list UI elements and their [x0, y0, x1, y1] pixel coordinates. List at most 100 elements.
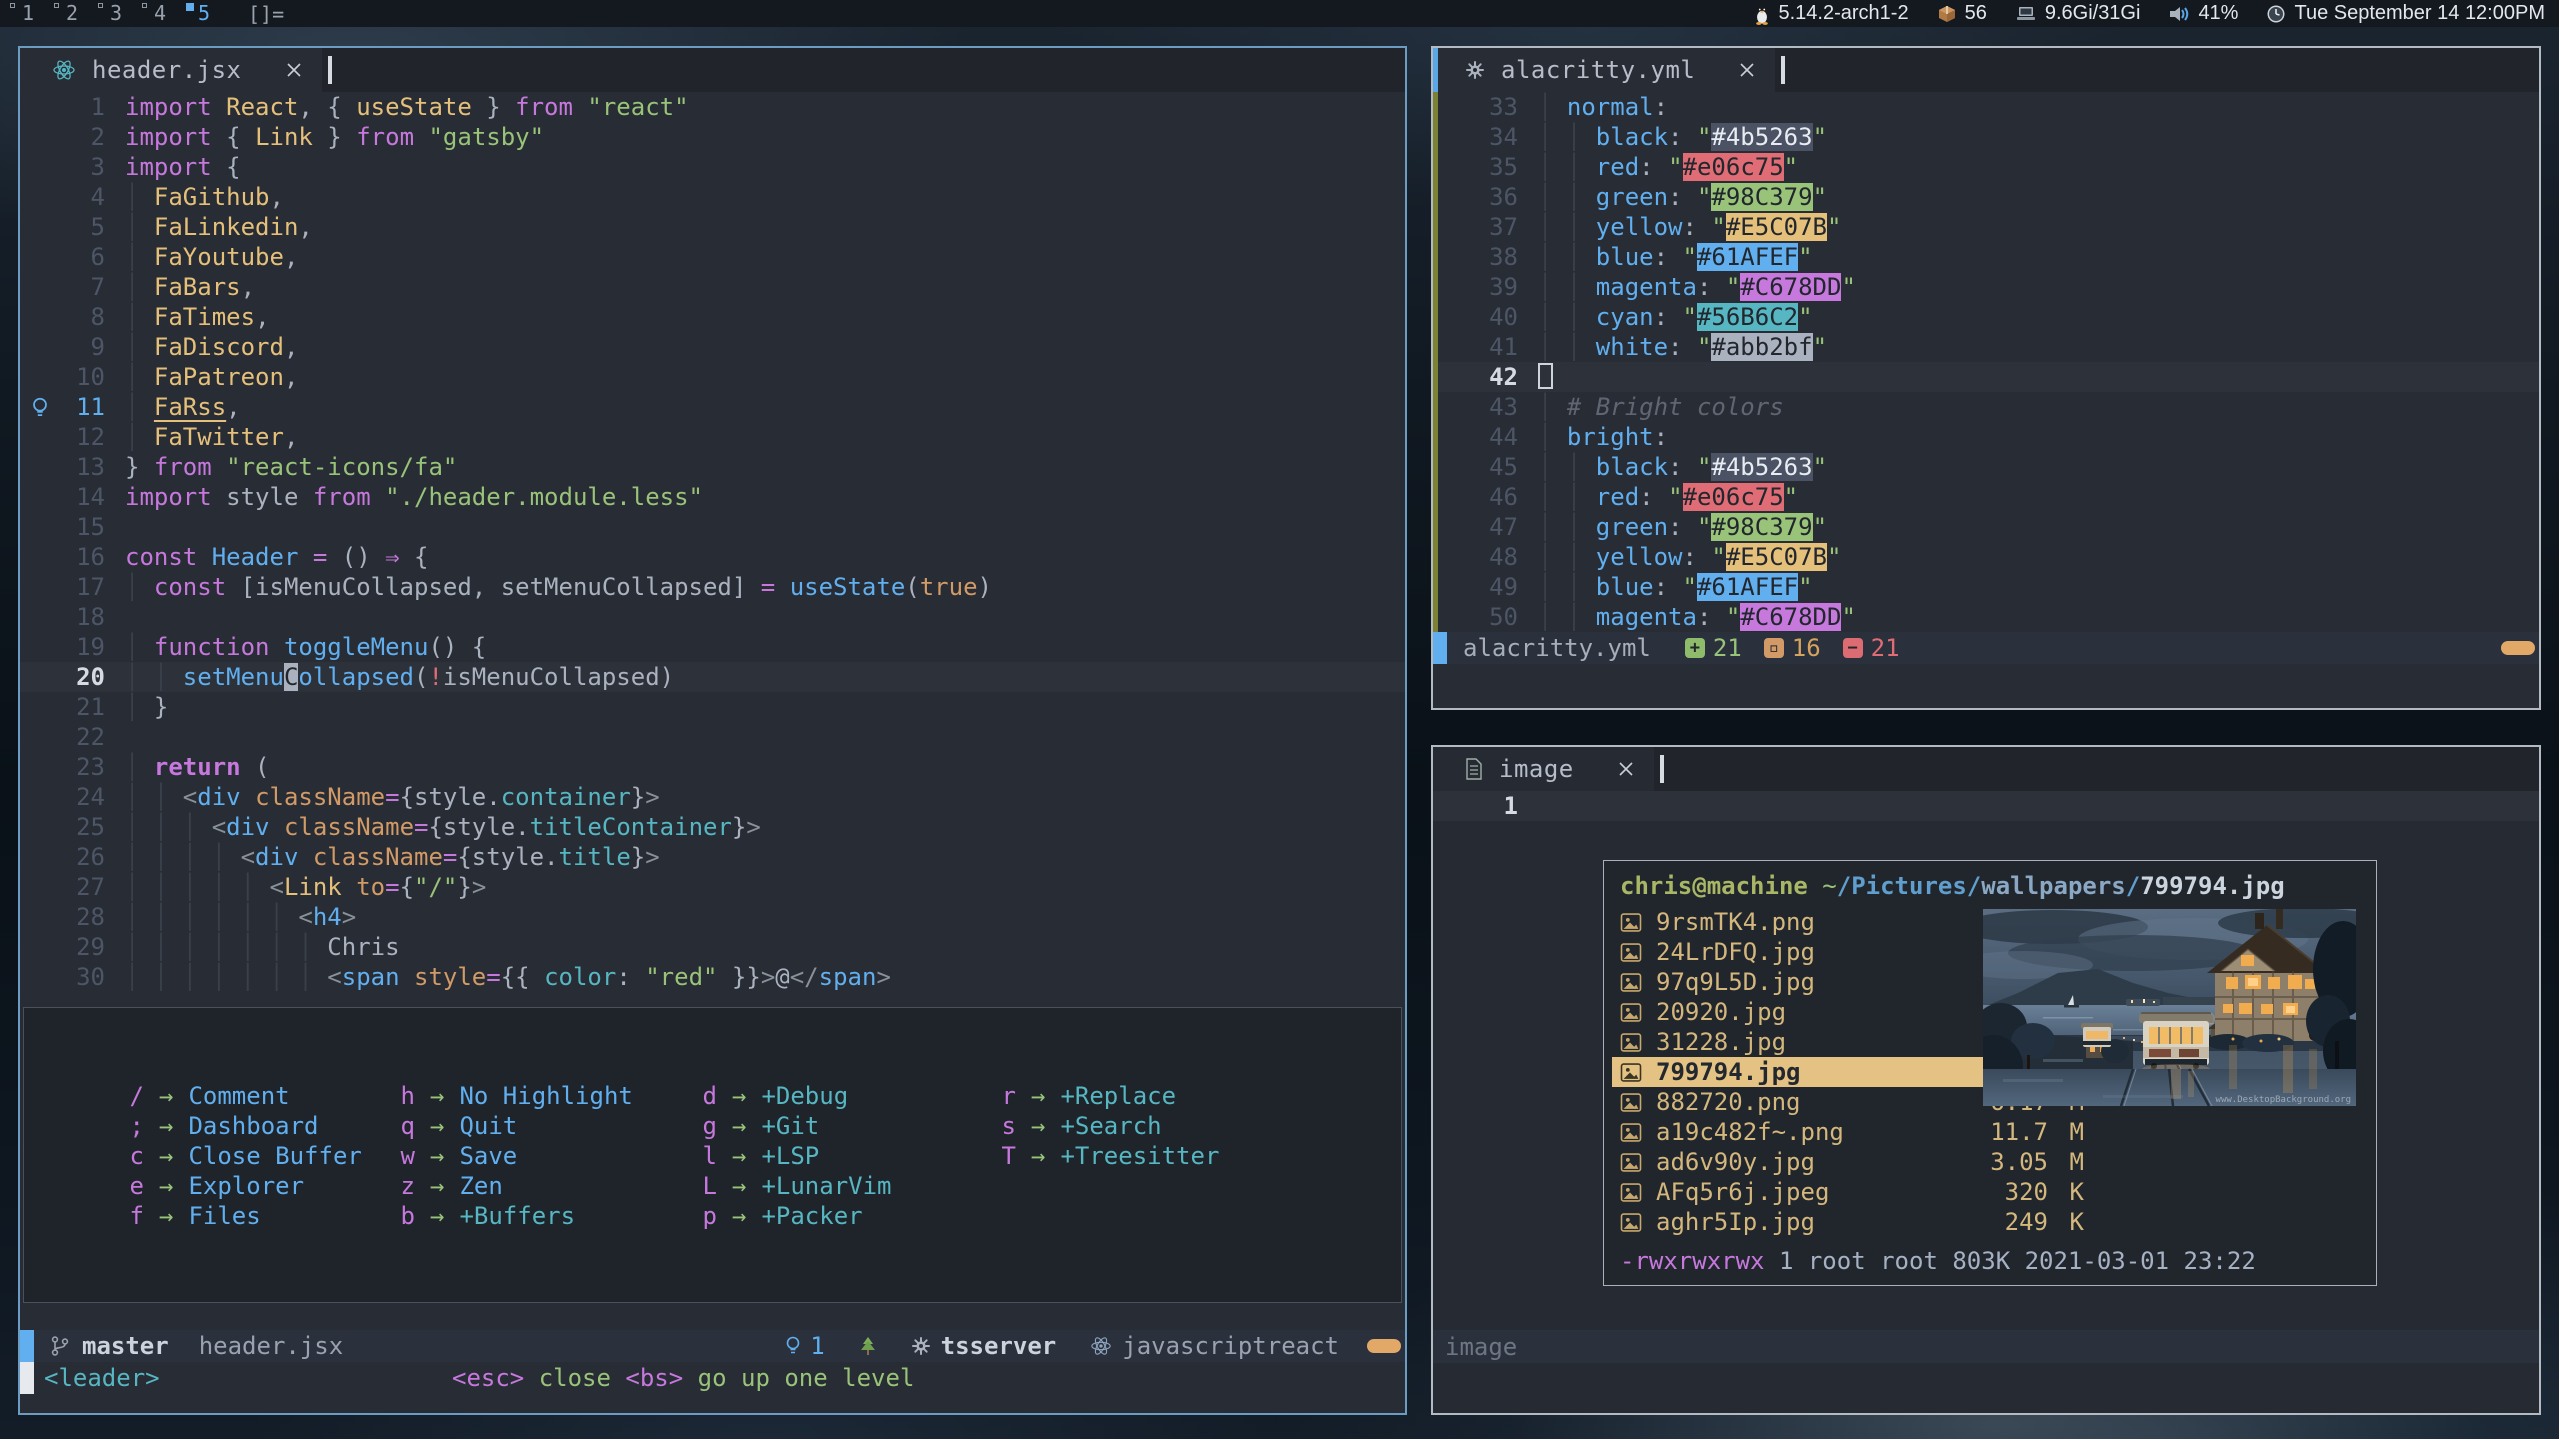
- whichkey-item-T[interactable]: T→+Treesitter: [984, 1141, 1219, 1171]
- tab-close-icon[interactable]: [1739, 62, 1755, 78]
- whichkey-item-d[interactable]: d→+Debug: [685, 1081, 892, 1111]
- code-line-36[interactable]: 36│ │ green: "#98C379": [1433, 182, 2539, 212]
- code-line-29[interactable]: 29│ │ │ │ │ │ │ Chris: [20, 932, 1405, 962]
- code-line-12[interactable]: 12│ FaTwitter,: [20, 422, 1405, 452]
- code-line-20[interactable]: 20│ │ setMenuCollapsed(!isMenuCollapsed): [20, 662, 1405, 692]
- text-segment: }: [313, 123, 356, 151]
- text-segment: ,: [226, 393, 240, 421]
- code-line-43[interactable]: 43│ # Bright colors: [1433, 392, 2539, 422]
- line-number: 16: [20, 542, 125, 572]
- code-line-45[interactable]: 45│ │ black: "#4b5263": [1433, 452, 2539, 482]
- text-segment: :: [1654, 423, 1668, 451]
- code-line-9[interactable]: 9│ FaDiscord,: [20, 332, 1405, 362]
- tab-close-icon[interactable]: [1618, 761, 1634, 777]
- diagnostic-hint-icon[interactable]: [784, 1335, 802, 1357]
- whichkey-item-s[interactable]: s→+Search: [984, 1111, 1219, 1141]
- code-line-21[interactable]: 21│ }: [20, 692, 1405, 722]
- whichkey-item-z[interactable]: z→Zen: [383, 1171, 633, 1201]
- code-line-16[interactable]: 16const Header = () ⇒ {: [20, 542, 1405, 572]
- tab-alacritty-yml[interactable]: alacritty.yml: [1433, 48, 1775, 92]
- whichkey-item-p[interactable]: p→+Packer: [685, 1201, 892, 1231]
- code-line-47[interactable]: 47│ │ green: "#98C379": [1433, 512, 2539, 542]
- whichkey-item-c[interactable]: c→Close Buffer: [112, 1141, 362, 1171]
- code-line-35[interactable]: 35│ │ red: "#e06c75": [1433, 152, 2539, 182]
- whichkey-item-l[interactable]: l→+LSP: [685, 1141, 892, 1171]
- whichkey-item-;[interactable]: ;→Dashboard: [112, 1111, 362, 1141]
- whichkey-item-/[interactable]: /→Comment: [112, 1081, 362, 1111]
- code-line-22[interactable]: 22: [20, 722, 1405, 752]
- code-line-27[interactable]: 27│ │ │ │ │ <Link to={"/"}>: [20, 872, 1405, 902]
- editor-window-right-top[interactable]: alacritty.yml 33│ normal:34│ │ black: "#…: [1431, 46, 2541, 710]
- code-line-24[interactable]: 24│ │ <div className={style.container}>: [20, 782, 1405, 812]
- file-row-AFq5r6j.jpeg[interactable]: AFq5r6j.jpeg320K: [1612, 1177, 2094, 1207]
- code-text: import {: [125, 152, 241, 182]
- code-line-28[interactable]: 28│ │ │ │ │ │ <h4>: [20, 902, 1405, 932]
- whichkey-item-L[interactable]: L→+LunarVim: [685, 1171, 892, 1201]
- code-line-33[interactable]: 33│ normal:: [1433, 92, 2539, 122]
- workspace-tag-5[interactable]: 5: [182, 0, 226, 27]
- whichkey-item-g[interactable]: g→+Git: [685, 1111, 892, 1141]
- code-line-2[interactable]: 2import { Link } from "gatsby": [20, 122, 1405, 152]
- code-line-1[interactable]: 1import React, { useState } from "react": [20, 92, 1405, 122]
- code-line-30[interactable]: 30│ │ │ │ │ │ │ <span style={{ color: "r…: [20, 962, 1405, 992]
- tab-header-jsx[interactable]: header.jsx: [20, 48, 322, 92]
- code-line-23[interactable]: 23│ return (: [20, 752, 1405, 782]
- code-line-11[interactable]: 11│ FaRss,: [20, 392, 1405, 422]
- code-line-38[interactable]: 38│ │ blue: "#61AFEF": [1433, 242, 2539, 272]
- workspace-tag-3[interactable]: 3: [94, 0, 138, 27]
- whichkey-item-b[interactable]: b→+Buffers: [383, 1201, 633, 1231]
- code-line-14[interactable]: 14import style from "./header.module.les…: [20, 482, 1405, 512]
- file-row-a19c482f~.png[interactable]: a19c482f~.png11.7M: [1612, 1117, 2094, 1147]
- code-line-17[interactable]: 17│ const [isMenuCollapsed, setMenuColla…: [20, 572, 1405, 602]
- whichkey-item-w[interactable]: w→Save: [383, 1141, 633, 1171]
- tab-image[interactable]: image: [1433, 747, 1654, 791]
- code-line-25[interactable]: 25│ │ │ <div className={style.titleConta…: [20, 812, 1405, 842]
- file-row-ad6v90y.jpg[interactable]: ad6v90y.jpg3.05M: [1612, 1147, 2094, 1177]
- editor-window-right-bottom[interactable]: image 1 chris@machine ~/Pictures/wallpap…: [1431, 745, 2541, 1415]
- code-line-42[interactable]: 42: [1433, 362, 2539, 392]
- code-line-18[interactable]: 18: [20, 602, 1405, 632]
- code-line-7[interactable]: 7│ FaBars,: [20, 272, 1405, 302]
- command-line[interactable]: <leader> <esc> close <bs> go up one leve…: [20, 1362, 1405, 1394]
- code-line-8[interactable]: 8│ FaTimes,: [20, 302, 1405, 332]
- whichkey-item-h[interactable]: h→No Highlight: [383, 1081, 633, 1111]
- code-line-26[interactable]: 26│ │ │ │ <div className={style.title}>: [20, 842, 1405, 872]
- text-segment: ,: [298, 213, 312, 241]
- whichkey-item-r[interactable]: r→+Replace: [984, 1081, 1219, 1111]
- code-line-15[interactable]: 15: [20, 512, 1405, 542]
- code-line-4[interactable]: 4│ FaGithub,: [20, 182, 1405, 212]
- git-branch-name[interactable]: master: [82, 1330, 169, 1362]
- buffer-line-1[interactable]: 1: [1433, 791, 2539, 821]
- code-text: │ normal:: [1538, 92, 1668, 122]
- editor-window-left[interactable]: header.jsx 1import React, { useState } f…: [18, 46, 1407, 1415]
- code-line-34[interactable]: 34│ │ black: "#4b5263": [1433, 122, 2539, 152]
- workspace-tag-1[interactable]: 1: [6, 0, 50, 27]
- code-line-19[interactable]: 19│ function toggleMenu() {: [20, 632, 1405, 662]
- tabline-caret: [1781, 56, 1785, 84]
- code-line-50[interactable]: 50│ │ magenta: "#C678DD": [1433, 602, 2539, 632]
- whichkey-item-q[interactable]: q→Quit: [383, 1111, 633, 1141]
- code-line-6[interactable]: 6│ FaYoutube,: [20, 242, 1405, 272]
- code-line-10[interactable]: 10│ FaPatreon,: [20, 362, 1405, 392]
- code-area-header-jsx[interactable]: 1import React, { useState } from "react"…: [20, 92, 1405, 992]
- whichkey-item-e[interactable]: e→Explorer: [112, 1171, 362, 1201]
- code-line-41[interactable]: 41│ │ white: "#abb2bf": [1433, 332, 2539, 362]
- code-line-39[interactable]: 39│ │ magenta: "#C678DD": [1433, 272, 2539, 302]
- code-line-5[interactable]: 5│ FaLinkedin,: [20, 212, 1405, 242]
- code-area-alacritty-yml[interactable]: 33│ normal:34│ │ black: "#4b5263"35│ │ r…: [1433, 92, 2539, 632]
- workspace-tag-4[interactable]: 4: [138, 0, 182, 27]
- file-row-aghr5Ip.jpg[interactable]: aghr5Ip.jpg249K: [1612, 1207, 2094, 1237]
- whichkey-item-f[interactable]: f→Files: [112, 1201, 362, 1231]
- tab-close-icon[interactable]: [286, 62, 302, 78]
- code-line-13[interactable]: 13} from "react-icons/fa": [20, 452, 1405, 482]
- code-line-44[interactable]: 44│ bright:: [1433, 422, 2539, 452]
- code-line-3[interactable]: 3import {: [20, 152, 1405, 182]
- code-line-37[interactable]: 37│ │ yellow: "#E5C07B": [1433, 212, 2539, 242]
- workspace-tag-2[interactable]: 2: [50, 0, 94, 27]
- code-line-40[interactable]: 40│ │ cyan: "#56B6C2": [1433, 302, 2539, 332]
- code-line-49[interactable]: 49│ │ blue: "#61AFEF": [1433, 572, 2539, 602]
- code-line-48[interactable]: 48│ │ yellow: "#E5C07B": [1433, 542, 2539, 572]
- layout-symbol[interactable]: []=: [248, 2, 284, 26]
- code-line-46[interactable]: 46│ │ red: "#e06c75": [1433, 482, 2539, 512]
- text-segment: [1538, 363, 1553, 389]
